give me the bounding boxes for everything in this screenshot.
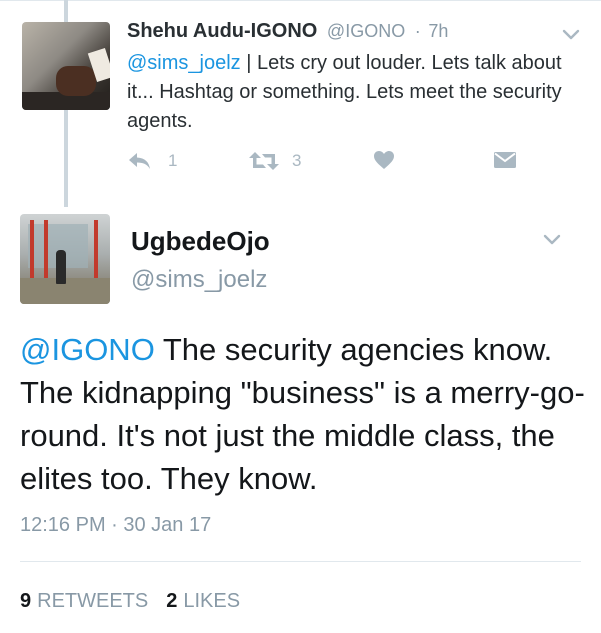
meta-separator: · (414, 21, 421, 41)
mention-link[interactable]: @IGONO (20, 332, 155, 367)
reply-icon (129, 153, 150, 169)
chevron-down-icon[interactable] (562, 29, 580, 41)
retweets-count: 9 (20, 590, 32, 612)
retweet-count: 3 (292, 151, 302, 170)
tweet-text: @IGONO The security agencies know. The k… (20, 328, 590, 500)
likes-stat[interactable]: 2 LIKES (166, 590, 240, 612)
tweet-actions: 1 3 (127, 150, 527, 178)
direct-message-button[interactable] (493, 150, 517, 170)
chevron-down-icon[interactable] (543, 234, 561, 246)
retweet-icon (249, 152, 279, 170)
top-border (0, 0, 601, 1)
avatar[interactable] (22, 22, 110, 110)
likes-label: LIKES (183, 590, 241, 612)
like-icon (374, 151, 394, 169)
tweet-stats: 9 RETWEETS 2 LIKES (20, 590, 240, 613)
direct-message-icon (494, 152, 516, 168)
mention-link[interactable]: @sims_joelz (127, 52, 241, 74)
tweet-header: Shehu Audu-IGONO @IGONO · 7h (127, 20, 448, 43)
author-handle[interactable]: @sims_joelz (131, 266, 267, 294)
like-button[interactable] (373, 150, 395, 170)
tweet-timestamp[interactable]: 12:16 PM · 30 Jan 17 (20, 514, 211, 537)
author-name[interactable]: Shehu Audu-IGONO (127, 20, 317, 42)
tweet-time[interactable]: 7h (428, 21, 448, 41)
tweet-text: @sims_joelz | Lets cry out louder. Lets … (127, 49, 587, 136)
divider (20, 561, 581, 562)
retweets-stat[interactable]: 9 RETWEETS (20, 590, 148, 612)
reply-button[interactable]: 1 (127, 150, 177, 172)
reply-count: 1 (168, 151, 178, 170)
author-handle[interactable]: @IGONO (327, 21, 405, 41)
retweet-button[interactable]: 3 (248, 150, 301, 172)
retweets-label: RETWEETS (37, 590, 149, 612)
likes-count: 2 (166, 590, 178, 612)
author-name[interactable]: UgbedeOjo (131, 226, 270, 257)
avatar[interactable] (20, 214, 110, 304)
